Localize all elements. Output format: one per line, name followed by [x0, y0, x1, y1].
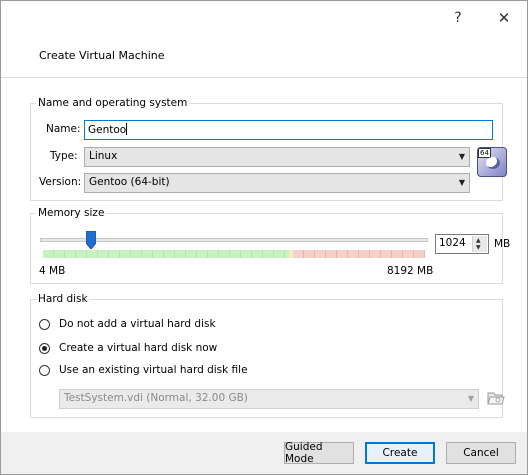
memory-min-label: 4 MB	[39, 265, 66, 277]
help-button[interactable]: ?	[435, 1, 481, 34]
memory-legend: Memory size	[36, 207, 107, 219]
name-os-group: Name and operating system Name: Gentoo T…	[30, 97, 507, 201]
radio-no-disk-label[interactable]: Do not add a virtual hard disk	[59, 318, 216, 330]
radio-create-disk[interactable]	[39, 343, 50, 354]
title-bar: ? ✕	[1, 1, 527, 34]
memory-group: Memory size 4 MB 8192 MB 1024 ▲ ▼ MB	[30, 207, 510, 284]
name-input[interactable]: Gentoo	[84, 120, 493, 140]
version-select-value: Gentoo (64-bit)	[89, 176, 170, 188]
chevron-down-icon: ▼	[467, 394, 474, 403]
name-input-value: Gentoo	[88, 124, 127, 136]
radio-existing-disk[interactable]	[39, 365, 50, 376]
memory-zone-danger	[293, 250, 425, 258]
hard-disk-group: Hard disk Do not add a virtual hard disk…	[30, 293, 505, 418]
existing-disk-value: TestSystem.vdi (Normal, 32.00 GB)	[64, 392, 248, 404]
memory-spinbox[interactable]: 1024 ▲ ▼	[435, 234, 489, 254]
os-badge-64: 64	[478, 148, 491, 158]
hard-disk-legend: Hard disk	[36, 293, 90, 305]
spin-down-icon[interactable]: ▼	[476, 244, 481, 251]
create-button[interactable]: Create	[365, 442, 435, 464]
memory-max-label: 8192 MB	[387, 265, 434, 277]
chevron-down-icon: ▼	[458, 152, 465, 161]
memory-value: 1024	[439, 237, 466, 249]
chevron-down-icon: ▼	[458, 178, 465, 187]
spin-up-icon[interactable]: ▲	[476, 237, 481, 244]
os-swirl	[486, 157, 500, 169]
memory-zone-safe	[43, 250, 289, 258]
memory-spin-buttons[interactable]: ▲ ▼	[472, 236, 487, 252]
dialog-header: Create Virtual Machine	[1, 34, 527, 78]
radio-no-disk[interactable]	[39, 319, 50, 330]
folder-open-icon[interactable]	[487, 390, 505, 406]
guided-mode-button[interactable]: Guided Mode	[284, 441, 354, 465]
name-os-legend: Name and operating system	[36, 97, 190, 109]
dialog-title: Create Virtual Machine	[39, 49, 165, 62]
version-label: Version:	[39, 176, 82, 188]
memory-slider-thumb[interactable]	[85, 231, 96, 249]
radio-create-disk-label[interactable]: Create a virtual hard disk now	[59, 342, 217, 354]
existing-disk-select[interactable]: TestSystem.vdi (Normal, 32.00 GB) ▼	[59, 389, 479, 409]
type-select-value: Linux	[89, 150, 118, 162]
memory-unit: MB	[494, 238, 511, 250]
version-select[interactable]: Gentoo (64-bit) ▼	[84, 173, 470, 193]
type-select[interactable]: Linux ▼	[84, 147, 470, 167]
name-label: Name:	[46, 123, 81, 135]
memory-slider-track[interactable]	[40, 238, 428, 242]
type-label: Type:	[50, 150, 78, 162]
close-button[interactable]: ✕	[481, 1, 527, 34]
radio-existing-disk-label[interactable]: Use an existing virtual hard disk file	[59, 364, 248, 376]
gentoo-64-icon: 64	[477, 147, 507, 177]
cancel-button[interactable]: Cancel	[446, 442, 516, 464]
create-vm-dialog: ? ✕ Create Virtual Machine Name and oper…	[0, 0, 528, 475]
dialog-footer: Guided Mode Create Cancel	[1, 432, 527, 474]
dialog-content: Name and operating system Name: Gentoo T…	[1, 78, 527, 432]
text-cursor	[126, 123, 128, 135]
